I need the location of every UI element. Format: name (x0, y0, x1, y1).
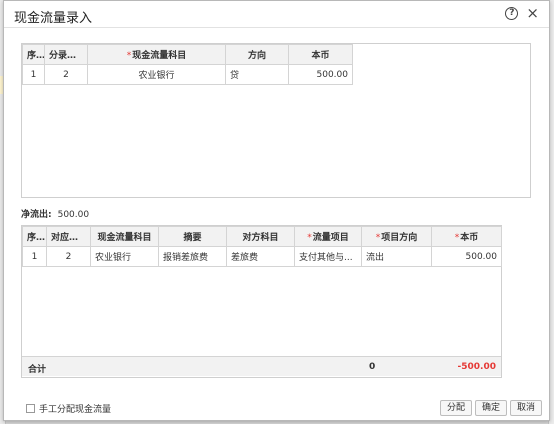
col-header-summary[interactable]: 摘要 (158, 226, 227, 247)
help-icon[interactable]: ? (505, 7, 519, 20)
col-header-direction[interactable]: 方向 (225, 44, 289, 65)
net-flow-value: 500.00 (57, 210, 90, 220)
manual-allocation-checkbox[interactable] (26, 404, 35, 413)
net-flow: 净流出: 500.00 (21, 207, 89, 220)
close-icon[interactable]: × (526, 6, 539, 21)
lower-table-header: 序号 对应序号 现金流量科目 摘要 对方科目 *流量项目 *项目方向 *本币 (22, 226, 502, 247)
cell-direction[interactable]: 贷 (225, 64, 289, 85)
col-header-seq[interactable]: 序号 (22, 44, 45, 65)
cell-flow-item[interactable]: 支付其他与... (294, 246, 362, 267)
col-header-counter-subject[interactable]: 对方科目 (226, 226, 295, 247)
cell-subject[interactable]: 农业银行 (87, 64, 226, 85)
lower-table: 序号 对应序号 现金流量科目 摘要 对方科目 *流量项目 *项目方向 *本币 1… (22, 226, 502, 267)
total-row: 合计 0 -500.00 (22, 356, 501, 376)
cell-ref-no[interactable]: 2 (46, 246, 91, 267)
manual-allocation[interactable]: 手工分配现金流量 (26, 402, 111, 415)
cell-amount[interactable]: 500.00 (431, 246, 502, 267)
total-label: 合计 (28, 365, 47, 375)
manual-allocation-label: 手工分配现金流量 (39, 405, 112, 415)
dialog-title: 现金流量录入 (14, 11, 93, 26)
cash-flow-entry-dialog: 现金流量录入 ? × 序号 分录序号 *现金流量科目 方向 本币 1 2 农业银… (3, 0, 550, 421)
col-header-seq[interactable]: 序号 (22, 226, 47, 247)
net-flow-label: 净流出: (21, 210, 52, 220)
table-row[interactable]: 1 2 农业银行 贷 500.00 (22, 64, 353, 85)
col-header-entry-no[interactable]: 分录序号 (44, 44, 88, 65)
upper-table-panel: 序号 分录序号 *现金流量科目 方向 本币 1 2 农业银行 贷 500.00 (21, 43, 531, 198)
table-row[interactable]: 1 2 农业银行 报销差旅费 差旅费 支付其他与... 流出 500.00 (22, 246, 502, 267)
cell-subject[interactable]: 农业银行 (90, 246, 159, 267)
col-header-flow-item[interactable]: *流量项目 (294, 226, 362, 247)
col-header-amount[interactable]: 本币 (288, 44, 353, 65)
cancel-button[interactable]: 取消 (509, 400, 542, 416)
dialog-buttons: 分配 确定 取消 (439, 400, 542, 416)
cell-seq[interactable]: 1 (22, 64, 45, 85)
col-header-amount[interactable]: *本币 (431, 226, 502, 247)
dialog-titlebar: 现金流量录入 ? × (4, 1, 549, 28)
required-marker: * (126, 51, 132, 61)
assign-button[interactable]: 分配 (439, 400, 472, 416)
col-header-subject[interactable]: *现金流量科目 (87, 44, 226, 65)
col-header-item-direction[interactable]: *项目方向 (361, 226, 432, 247)
cell-amount[interactable]: 500.00 (288, 64, 353, 85)
required-marker: * (375, 233, 381, 243)
col-header-subject[interactable]: 现金流量科目 (90, 226, 159, 247)
cell-seq[interactable]: 1 (22, 246, 47, 267)
upper-table: 序号 分录序号 *现金流量科目 方向 本币 1 2 农业银行 贷 500.00 (22, 44, 353, 85)
required-marker: * (307, 233, 312, 243)
col-header-ref-no[interactable]: 对应序号 (46, 226, 91, 247)
upper-table-header: 序号 分录序号 *现金流量科目 方向 本币 (22, 44, 353, 65)
cell-entry-no[interactable]: 2 (44, 64, 88, 85)
cell-summary[interactable]: 报销差旅费 (158, 246, 227, 267)
required-marker: * (454, 233, 460, 243)
cell-counter-subject[interactable]: 差旅费 (226, 246, 295, 267)
titlebar-icons: ? × (505, 6, 539, 21)
confirm-button[interactable]: 确定 (474, 400, 507, 416)
cell-item-direction[interactable]: 流出 (361, 246, 432, 267)
total-count: 0 (369, 362, 376, 372)
total-amount: -500.00 (457, 362, 496, 372)
